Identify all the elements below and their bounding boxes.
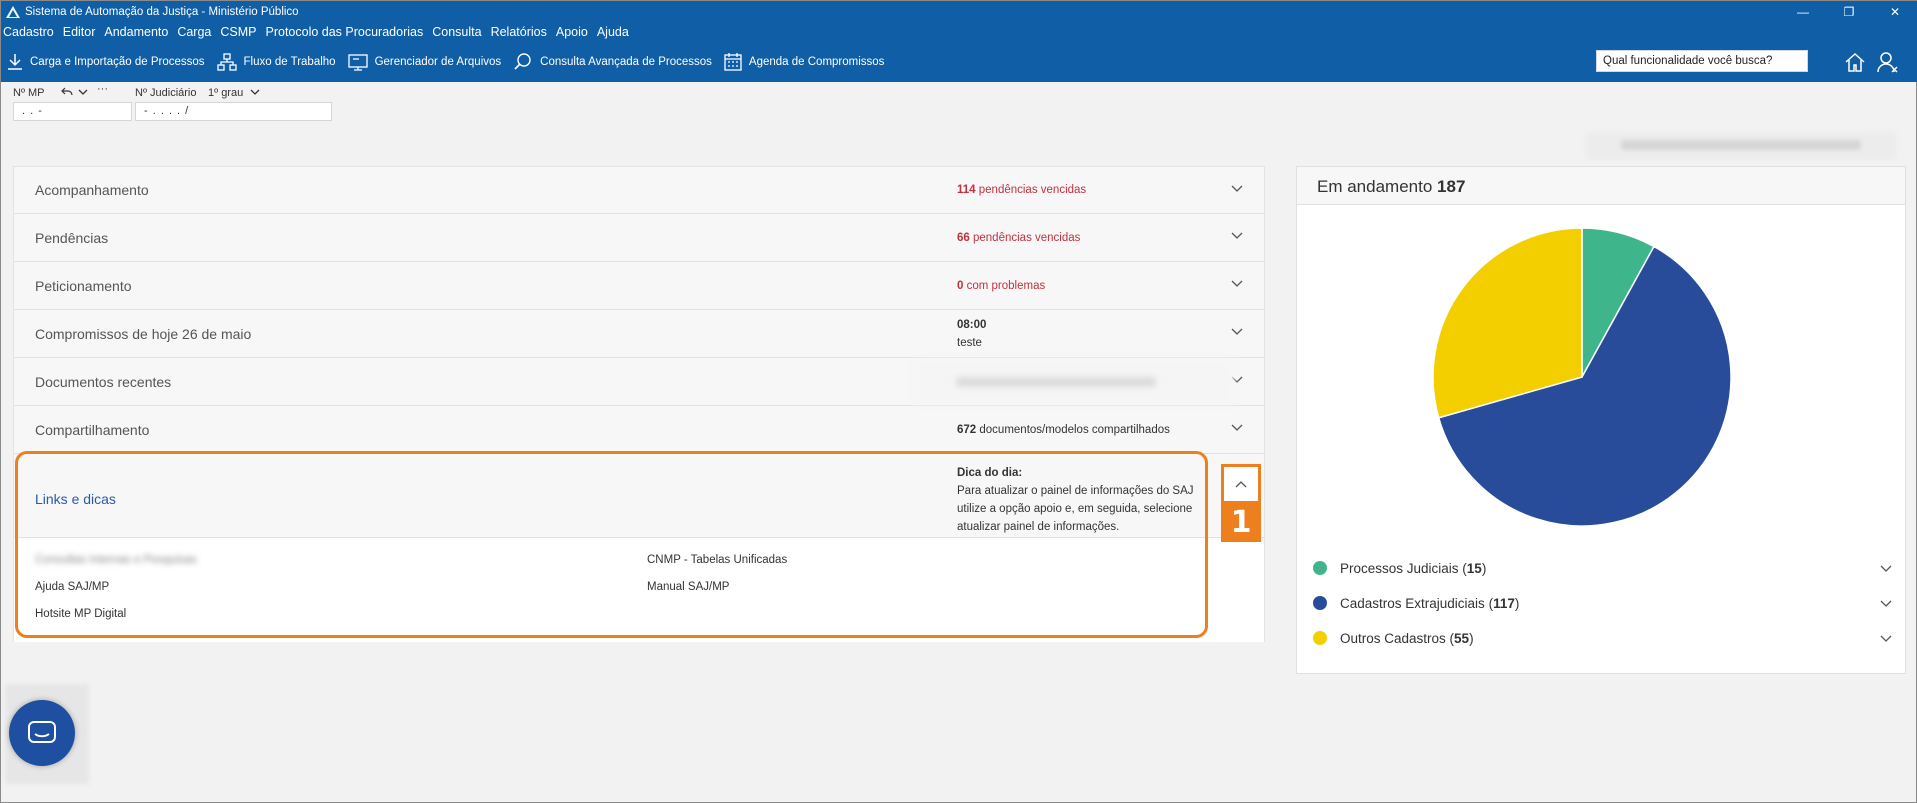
judicial-number-input[interactable]: - . . . . / [135, 102, 332, 121]
undo-icon[interactable] [61, 87, 73, 97]
accordion-pendencias[interactable]: Pendências 66 pendências vencidas [13, 214, 1265, 262]
restore-button[interactable]: ❐ [1826, 1, 1872, 22]
legend-dot [1313, 561, 1327, 575]
summary-header: Em andamento 187 [1297, 167, 1905, 205]
close-button[interactable]: ✕ [1872, 1, 1917, 22]
menu-apoio[interactable]: Apoio [556, 25, 588, 39]
accordion-info: 0 com problemas [957, 279, 1046, 292]
accordion-title: Compartilhamento [35, 421, 150, 438]
home-icon[interactable] [1843, 50, 1867, 74]
link-ajuda-saj[interactable]: Ajuda SAJ/MP [35, 581, 109, 593]
blurred-info [1586, 132, 1896, 160]
chevron-down-icon[interactable] [1230, 181, 1244, 195]
chevron-down-icon[interactable] [1230, 324, 1244, 338]
collapse-links-button[interactable] [1221, 464, 1261, 504]
toolbar-label: Fluxo de Trabalho [243, 55, 336, 68]
accordion-title: Acompanhamento [35, 182, 149, 198]
toolbar-label: Agenda de Compromissos [748, 55, 885, 68]
judicial-number-label: Nº Judiciário [135, 87, 197, 99]
link-cnmp-tabelas[interactable]: CNMP - Tabelas Unificadas [647, 554, 787, 566]
accordion-info: 672 documentos/modelos compartilhados [957, 423, 1170, 436]
menu-cadastro[interactable]: Cadastro [3, 25, 54, 39]
chevron-down-icon[interactable] [250, 88, 260, 96]
toolbar-agenda-compromissos[interactable]: Agenda de Compromissos [724, 52, 885, 71]
toolbar-label: Gerenciador de Arquivos [374, 55, 502, 68]
minimize-button[interactable]: — [1780, 1, 1826, 22]
accordion-title: Documentos recentes [35, 373, 172, 390]
chevron-down-icon[interactable] [1879, 596, 1893, 610]
toolbar-carga-importacao[interactable]: Carga e Importação de Processos [7, 53, 205, 71]
toolbar: Carga e Importação de Processos Fluxo de… [1, 41, 1917, 82]
chevron-down-icon[interactable] [1230, 228, 1244, 242]
step-badge: 1 [1221, 502, 1261, 542]
window-title: Sistema de Automação da Justiça - Minist… [25, 5, 299, 18]
app-logo-icon [6, 5, 20, 18]
link-manual-saj[interactable]: Manual SAJ/MP [647, 581, 729, 593]
file-manager-icon [347, 53, 368, 71]
accordion-info: 66 pendências vencidas [957, 231, 1081, 244]
toolbar-fluxo-trabalho[interactable]: Fluxo de Trabalho [216, 52, 336, 71]
link-blurred[interactable]: Consultas Internas e Pesquisas [35, 554, 197, 566]
tip-text: Para atualizar o painel de informações d… [957, 485, 1194, 533]
accordion-info: 114 pendências vencidas [957, 184, 1087, 196]
mp-number-input[interactable]: . . - [13, 102, 132, 121]
accordion-title: Compromissos de hoje 26 de maio [35, 325, 252, 342]
download-icon [8, 53, 22, 70]
chevron-down-icon[interactable] [1879, 561, 1893, 575]
chat-icon [28, 721, 56, 743]
title-bar: Sistema de Automação da Justiça - Minist… [1, 1, 1917, 22]
accordion-title: Peticionamento [35, 277, 132, 294]
chat-button[interactable] [9, 700, 75, 766]
menu-relatorios[interactable]: Relatórios [491, 25, 547, 39]
accordion-compartilhamento[interactable]: Compartilhamento 672 documentos/modelos … [13, 406, 1265, 454]
functionality-search-input[interactable]: Qual funcionalidade você busca? [1596, 50, 1808, 72]
legend-dot [1313, 631, 1327, 645]
accordion-links-dicas[interactable]: Links e dicas Dica do dia: Para atualiza… [13, 454, 1265, 538]
legend-cadastros-extrajudiciais[interactable]: Cadastros Extrajudiciais (117) [1313, 592, 1893, 614]
chevron-up-icon [1235, 481, 1247, 488]
menu-consulta[interactable]: Consulta [432, 25, 481, 39]
chevron-down-icon[interactable] [1230, 276, 1244, 290]
menu-bar: Cadastro Editor Andamento Carga CSMP Pro… [1, 22, 1917, 41]
grau-selector[interactable]: 1º grau [208, 87, 243, 99]
tip-of-the-day: Dica do dia: Para atualizar o painel de … [957, 464, 1202, 536]
menu-ajuda[interactable]: Ajuda [597, 25, 629, 39]
toolbar-label: Consulta Avançada de Processos [540, 55, 712, 68]
toolbar-consulta-avancada[interactable]: Consulta Avançada de Processos [513, 52, 712, 71]
toolbar-label: Carga e Importação de Processos [30, 55, 205, 68]
chevron-down-icon[interactable] [1230, 420, 1244, 434]
accordion-info: 08:00 teste [957, 318, 987, 349]
chevron-down-icon[interactable] [1879, 631, 1893, 645]
status-pie-chart [1432, 227, 1732, 527]
search-advanced-icon [514, 52, 531, 70]
links-list: Consultas Internas e Pesquisas CNMP - Ta… [13, 538, 1265, 642]
tip-label: Dica do dia: [957, 467, 1023, 479]
chevron-down-icon[interactable] [78, 88, 88, 96]
summary-card: Em andamento 187 Processos Judiciais (15… [1296, 166, 1906, 674]
accordion-compromissos[interactable]: Compromissos de hoje 26 de maio 08:00 tes… [13, 310, 1265, 358]
mp-number-label: Nº MP [13, 87, 45, 99]
menu-carga[interactable]: Carga [177, 25, 211, 39]
more-options-icon[interactable]: ··· [97, 83, 108, 95]
menu-andamento[interactable]: Andamento [104, 25, 168, 39]
accordion-title: Pendências [35, 229, 109, 246]
menu-csmp[interactable]: CSMP [220, 25, 256, 39]
summary-label: Em andamento [1317, 177, 1433, 196]
menu-editor[interactable]: Editor [63, 25, 96, 39]
legend-processos-judiciais[interactable]: Processos Judiciais (15) [1313, 557, 1893, 579]
user-icon[interactable] [1876, 50, 1900, 74]
link-hotsite[interactable]: Hotsite MP Digital [35, 608, 126, 620]
links-dicas-title[interactable]: Links e dicas [35, 491, 116, 507]
blurred-recent-documents [914, 359, 1234, 405]
menu-protocolo[interactable]: Protocolo das Procuradorias [266, 25, 424, 39]
workflow-icon [216, 52, 237, 71]
legend-outros-cadastros[interactable]: Outros Cadastros (55) [1313, 627, 1893, 649]
legend-dot [1313, 596, 1327, 610]
accordion-acompanhamento[interactable]: Acompanhamento 114 pendências vencidas [13, 166, 1265, 214]
toolbar-gerenciador-arquivos[interactable]: Gerenciador de Arquivos [347, 53, 502, 71]
summary-total: 187 [1437, 177, 1466, 196]
accordion-peticionamento[interactable]: Peticionamento 0 com problemas [13, 262, 1265, 310]
calendar-icon [724, 52, 742, 71]
